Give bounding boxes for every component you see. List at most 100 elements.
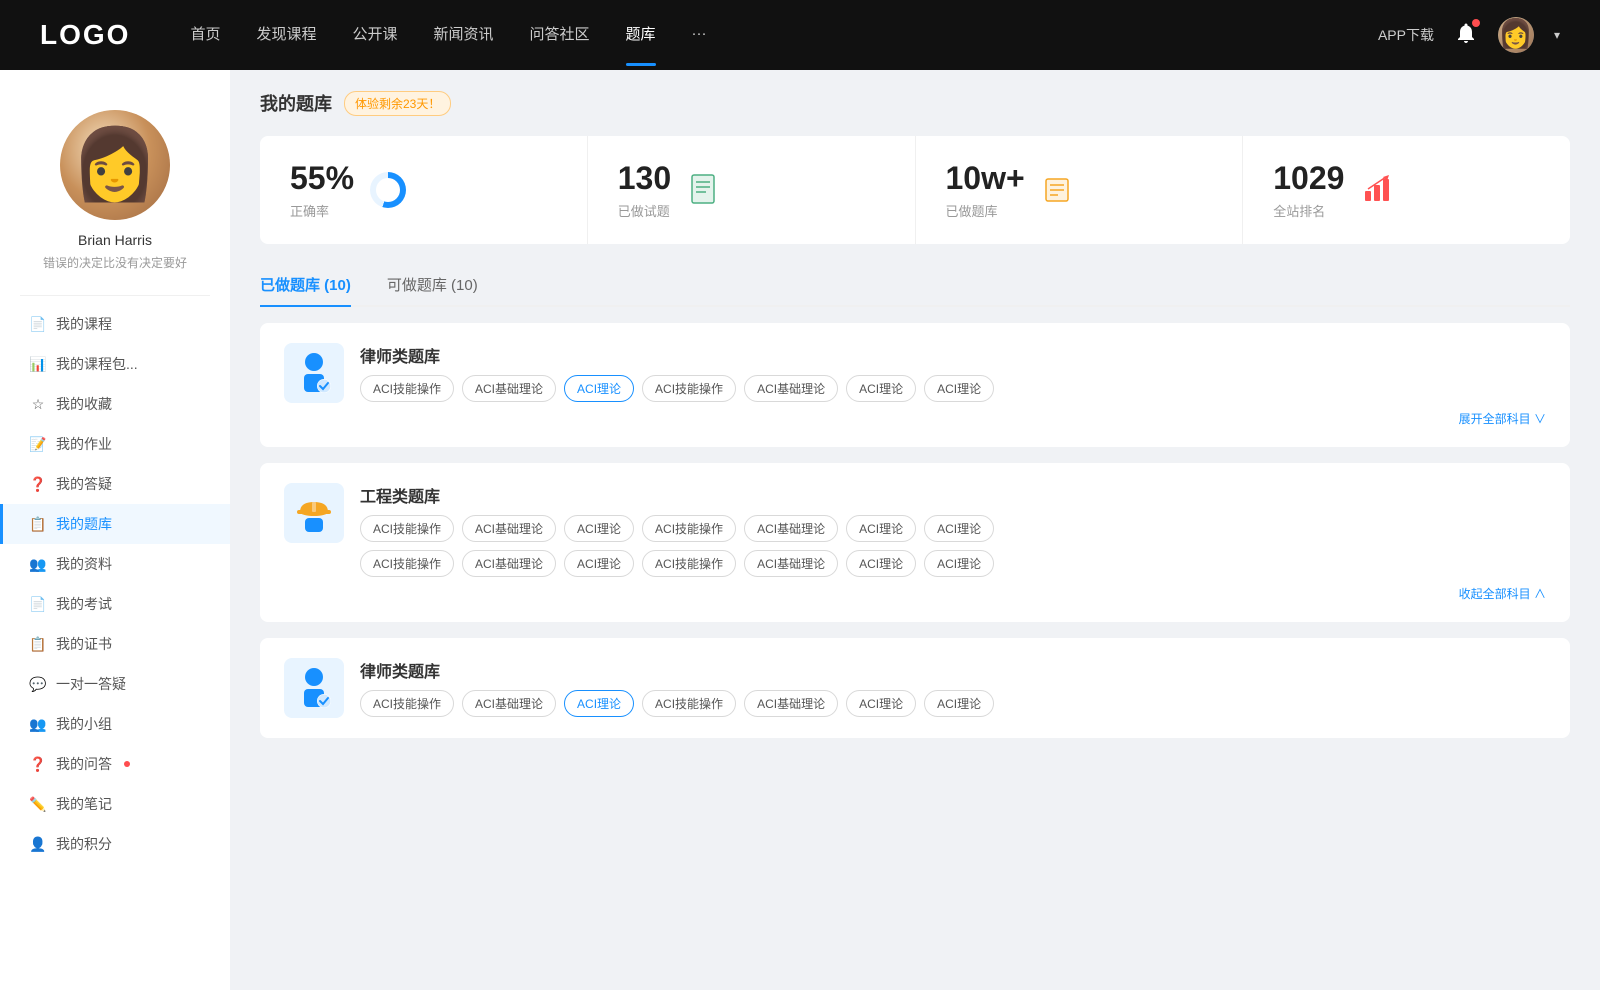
tab-available-banks[interactable]: 可做题库 (10) [387, 264, 478, 305]
sidebar-item-mycert[interactable]: 📋 我的证书 [0, 624, 230, 664]
sidebar-item-oneone[interactable]: 💬 一对一答疑 [0, 664, 230, 704]
stat-banks-value: 10w+ [946, 160, 1025, 197]
sidebar-item-label: 我的考试 [56, 594, 112, 614]
notification-dot [1472, 19, 1480, 27]
eng2-tag-3[interactable]: ACI理论 [564, 550, 634, 577]
myprofile-icon: 👥 [30, 556, 46, 572]
navbar-right: APP下载 👩 ▾ [1378, 17, 1560, 53]
l2-tag-4[interactable]: ACI技能操作 [642, 690, 736, 717]
stat-ranking-value: 1029 [1273, 160, 1344, 197]
coursepack-icon: 📊 [30, 356, 46, 372]
bank-tags-lawyer-1: ACI技能操作 ACI基础理论 ACI理论 ACI技能操作 ACI基础理论 AC… [360, 375, 1546, 402]
sidebar-item-label: 我的课程 [56, 314, 112, 334]
navbar: LOGO 首页 发现课程 公开课 新闻资讯 问答社区 题库 ··· APP下载 … [0, 0, 1600, 70]
eng-tag-3[interactable]: ACI理论 [564, 515, 634, 542]
user-dropdown-arrow[interactable]: ▾ [1554, 28, 1560, 42]
sidebar-item-mycourse[interactable]: 📄 我的课程 [0, 304, 230, 344]
user-avatar[interactable]: 👩 [1498, 17, 1534, 53]
eng2-tag-5[interactable]: ACI基础理论 [744, 550, 838, 577]
collapse-link-engineer[interactable]: 收起全部科目 ∧ [360, 585, 1546, 602]
tag-1[interactable]: ACI技能操作 [360, 375, 454, 402]
tag-6[interactable]: ACI理论 [846, 375, 916, 402]
eng-tag-2[interactable]: ACI基础理论 [462, 515, 556, 542]
nav-item-qa[interactable]: 问答社区 [530, 23, 590, 48]
sidebar-item-homework[interactable]: 📝 我的作业 [0, 424, 230, 464]
sidebar-item-myqa[interactable]: ❓ 我的问答 [0, 744, 230, 784]
bank-card-lawyer-2: 律师类题库 ACI技能操作 ACI基础理论 ACI理论 ACI技能操作 ACI基… [260, 638, 1570, 738]
sidebar-item-label: 我的答疑 [56, 474, 112, 494]
app-download-link[interactable]: APP下载 [1378, 25, 1434, 45]
sidebar-item-myprofile[interactable]: 👥 我的资料 [0, 544, 230, 584]
eng-tag-4[interactable]: ACI技能操作 [642, 515, 736, 542]
eng2-tag-4[interactable]: ACI技能操作 [642, 550, 736, 577]
stat-questions-label: 已做试题 [618, 201, 671, 220]
eng-tag-7[interactable]: ACI理论 [924, 515, 994, 542]
sidebar-item-myanswers[interactable]: ❓ 我的答疑 [0, 464, 230, 504]
tag-5[interactable]: ACI基础理论 [744, 375, 838, 402]
sidebar-item-mynotes[interactable]: ✏️ 我的笔记 [0, 784, 230, 824]
l2-tag-5[interactable]: ACI基础理论 [744, 690, 838, 717]
mypoints-icon: 👤 [30, 836, 46, 852]
l2-tag-3[interactable]: ACI理论 [564, 690, 634, 717]
logo: LOGO [40, 19, 130, 51]
sidebar-item-label: 我的小组 [56, 714, 112, 734]
homework-icon: 📝 [30, 436, 46, 452]
nav-item-discover[interactable]: 发现课程 [256, 23, 316, 48]
sidebar-item-label: 一对一答疑 [56, 674, 126, 694]
sidebar-item-myexam[interactable]: 📄 我的考试 [0, 584, 230, 624]
oneone-icon: 💬 [30, 676, 46, 692]
nav-item-home[interactable]: 首页 [190, 23, 220, 48]
stat-questions-text: 130 已做试题 [618, 160, 671, 220]
stat-accuracy: 55% 正确率 [260, 136, 588, 244]
user-bio: 错误的决定比没有决定要好 [43, 254, 187, 271]
tag-7[interactable]: ACI理论 [924, 375, 994, 402]
nav-item-questionbank[interactable]: 题库 [626, 23, 656, 48]
main-content: 我的题库 体验剩余23天！ 55% 正确率 130 已做试题 [230, 70, 1600, 990]
lawyer-icon-2 [284, 658, 344, 718]
sidebar-profile: Brian Harris 错误的决定比没有决定要好 [0, 90, 230, 287]
lawyer-icon [284, 343, 344, 403]
sidebar-item-label: 我的证书 [56, 634, 112, 654]
tag-2[interactable]: ACI基础理论 [462, 375, 556, 402]
l2-tag-1[interactable]: ACI技能操作 [360, 690, 454, 717]
myanswers-icon: ❓ [30, 476, 46, 492]
expand-link-lawyer-1[interactable]: 展开全部科目 ∨ [360, 410, 1546, 427]
trial-badge: 体验剩余23天！ [344, 91, 451, 116]
l2-tag-7[interactable]: ACI理论 [924, 690, 994, 717]
tag-3[interactable]: ACI理论 [564, 375, 634, 402]
sidebar-item-mygroup[interactable]: 👥 我的小组 [0, 704, 230, 744]
sidebar-item-mypoints[interactable]: 👤 我的积分 [0, 824, 230, 864]
eng2-tag-7[interactable]: ACI理论 [924, 550, 994, 577]
l2-tag-2[interactable]: ACI基础理论 [462, 690, 556, 717]
avatar-image [60, 110, 170, 220]
stat-banks-text: 10w+ 已做题库 [946, 160, 1025, 220]
eng-tag-6[interactable]: ACI理论 [846, 515, 916, 542]
eng-tag-5[interactable]: ACI基础理论 [744, 515, 838, 542]
stat-accuracy-text: 55% 正确率 [290, 160, 354, 220]
sidebar-avatar [60, 110, 170, 220]
banks-icon [1041, 172, 1077, 208]
bank-tags-engineer-row2: ACI技能操作 ACI基础理论 ACI理论 ACI技能操作 ACI基础理论 AC… [360, 550, 1546, 577]
sidebar-item-favorites[interactable]: ☆ 我的收藏 [0, 384, 230, 424]
navbar-menu: 首页 发现课程 公开课 新闻资讯 问答社区 题库 ··· [190, 23, 1378, 48]
engineer-icon [284, 483, 344, 543]
eng2-tag-1[interactable]: ACI技能操作 [360, 550, 454, 577]
eng2-tag-2[interactable]: ACI基础理论 [462, 550, 556, 577]
tab-done-banks[interactable]: 已做题库 (10) [260, 264, 351, 305]
eng2-tag-6[interactable]: ACI理论 [846, 550, 916, 577]
bank-title-lawyer-2: 律师类题库 [360, 658, 1546, 682]
accuracy-pie-chart [370, 172, 406, 208]
sidebar-item-mybank[interactable]: 📋 我的题库 [0, 504, 230, 544]
l2-tag-6[interactable]: ACI理论 [846, 690, 916, 717]
nav-item-more[interactable]: ··· [692, 25, 707, 46]
nav-item-opencourse[interactable]: 公开课 [352, 23, 397, 48]
mygroup-icon: 👥 [30, 716, 46, 732]
stat-ranking-label: 全站排名 [1273, 201, 1344, 220]
stat-ranking: 1029 全站排名 [1243, 136, 1570, 244]
eng-tag-1[interactable]: ACI技能操作 [360, 515, 454, 542]
sidebar-item-coursepack[interactable]: 📊 我的课程包... [0, 344, 230, 384]
nav-item-news[interactable]: 新闻资讯 [434, 23, 494, 48]
notification-bell[interactable] [1454, 21, 1478, 50]
page-layout: Brian Harris 错误的决定比没有决定要好 📄 我的课程 📊 我的课程包… [0, 70, 1600, 990]
tag-4[interactable]: ACI技能操作 [642, 375, 736, 402]
